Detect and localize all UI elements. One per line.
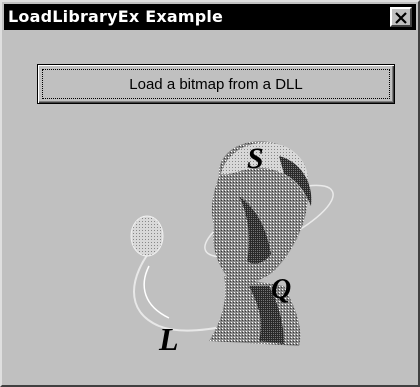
sql-bust-bitmap: S Q L <box>130 141 334 356</box>
bitmap-letter-s: S <box>247 142 264 175</box>
title-bar[interactable]: LoadLibraryEx Example <box>4 4 416 30</box>
close-icon <box>395 11 407 24</box>
lightbulb-shape <box>130 215 164 257</box>
window-title: LoadLibraryEx Example <box>8 7 224 26</box>
bitmap-letter-l: L <box>158 321 179 356</box>
bitmap-letter-q: Q <box>271 274 291 305</box>
load-bitmap-button[interactable]: Load a bitmap from a DLL <box>37 64 395 104</box>
client-area: Load a bitmap from a DLL S Q L <box>4 32 416 383</box>
load-bitmap-button-label: Load a bitmap from a DLL <box>129 75 303 93</box>
close-button[interactable] <box>390 7 412 27</box>
app-window: LoadLibraryEx Example Load a bitmap from… <box>0 0 420 387</box>
